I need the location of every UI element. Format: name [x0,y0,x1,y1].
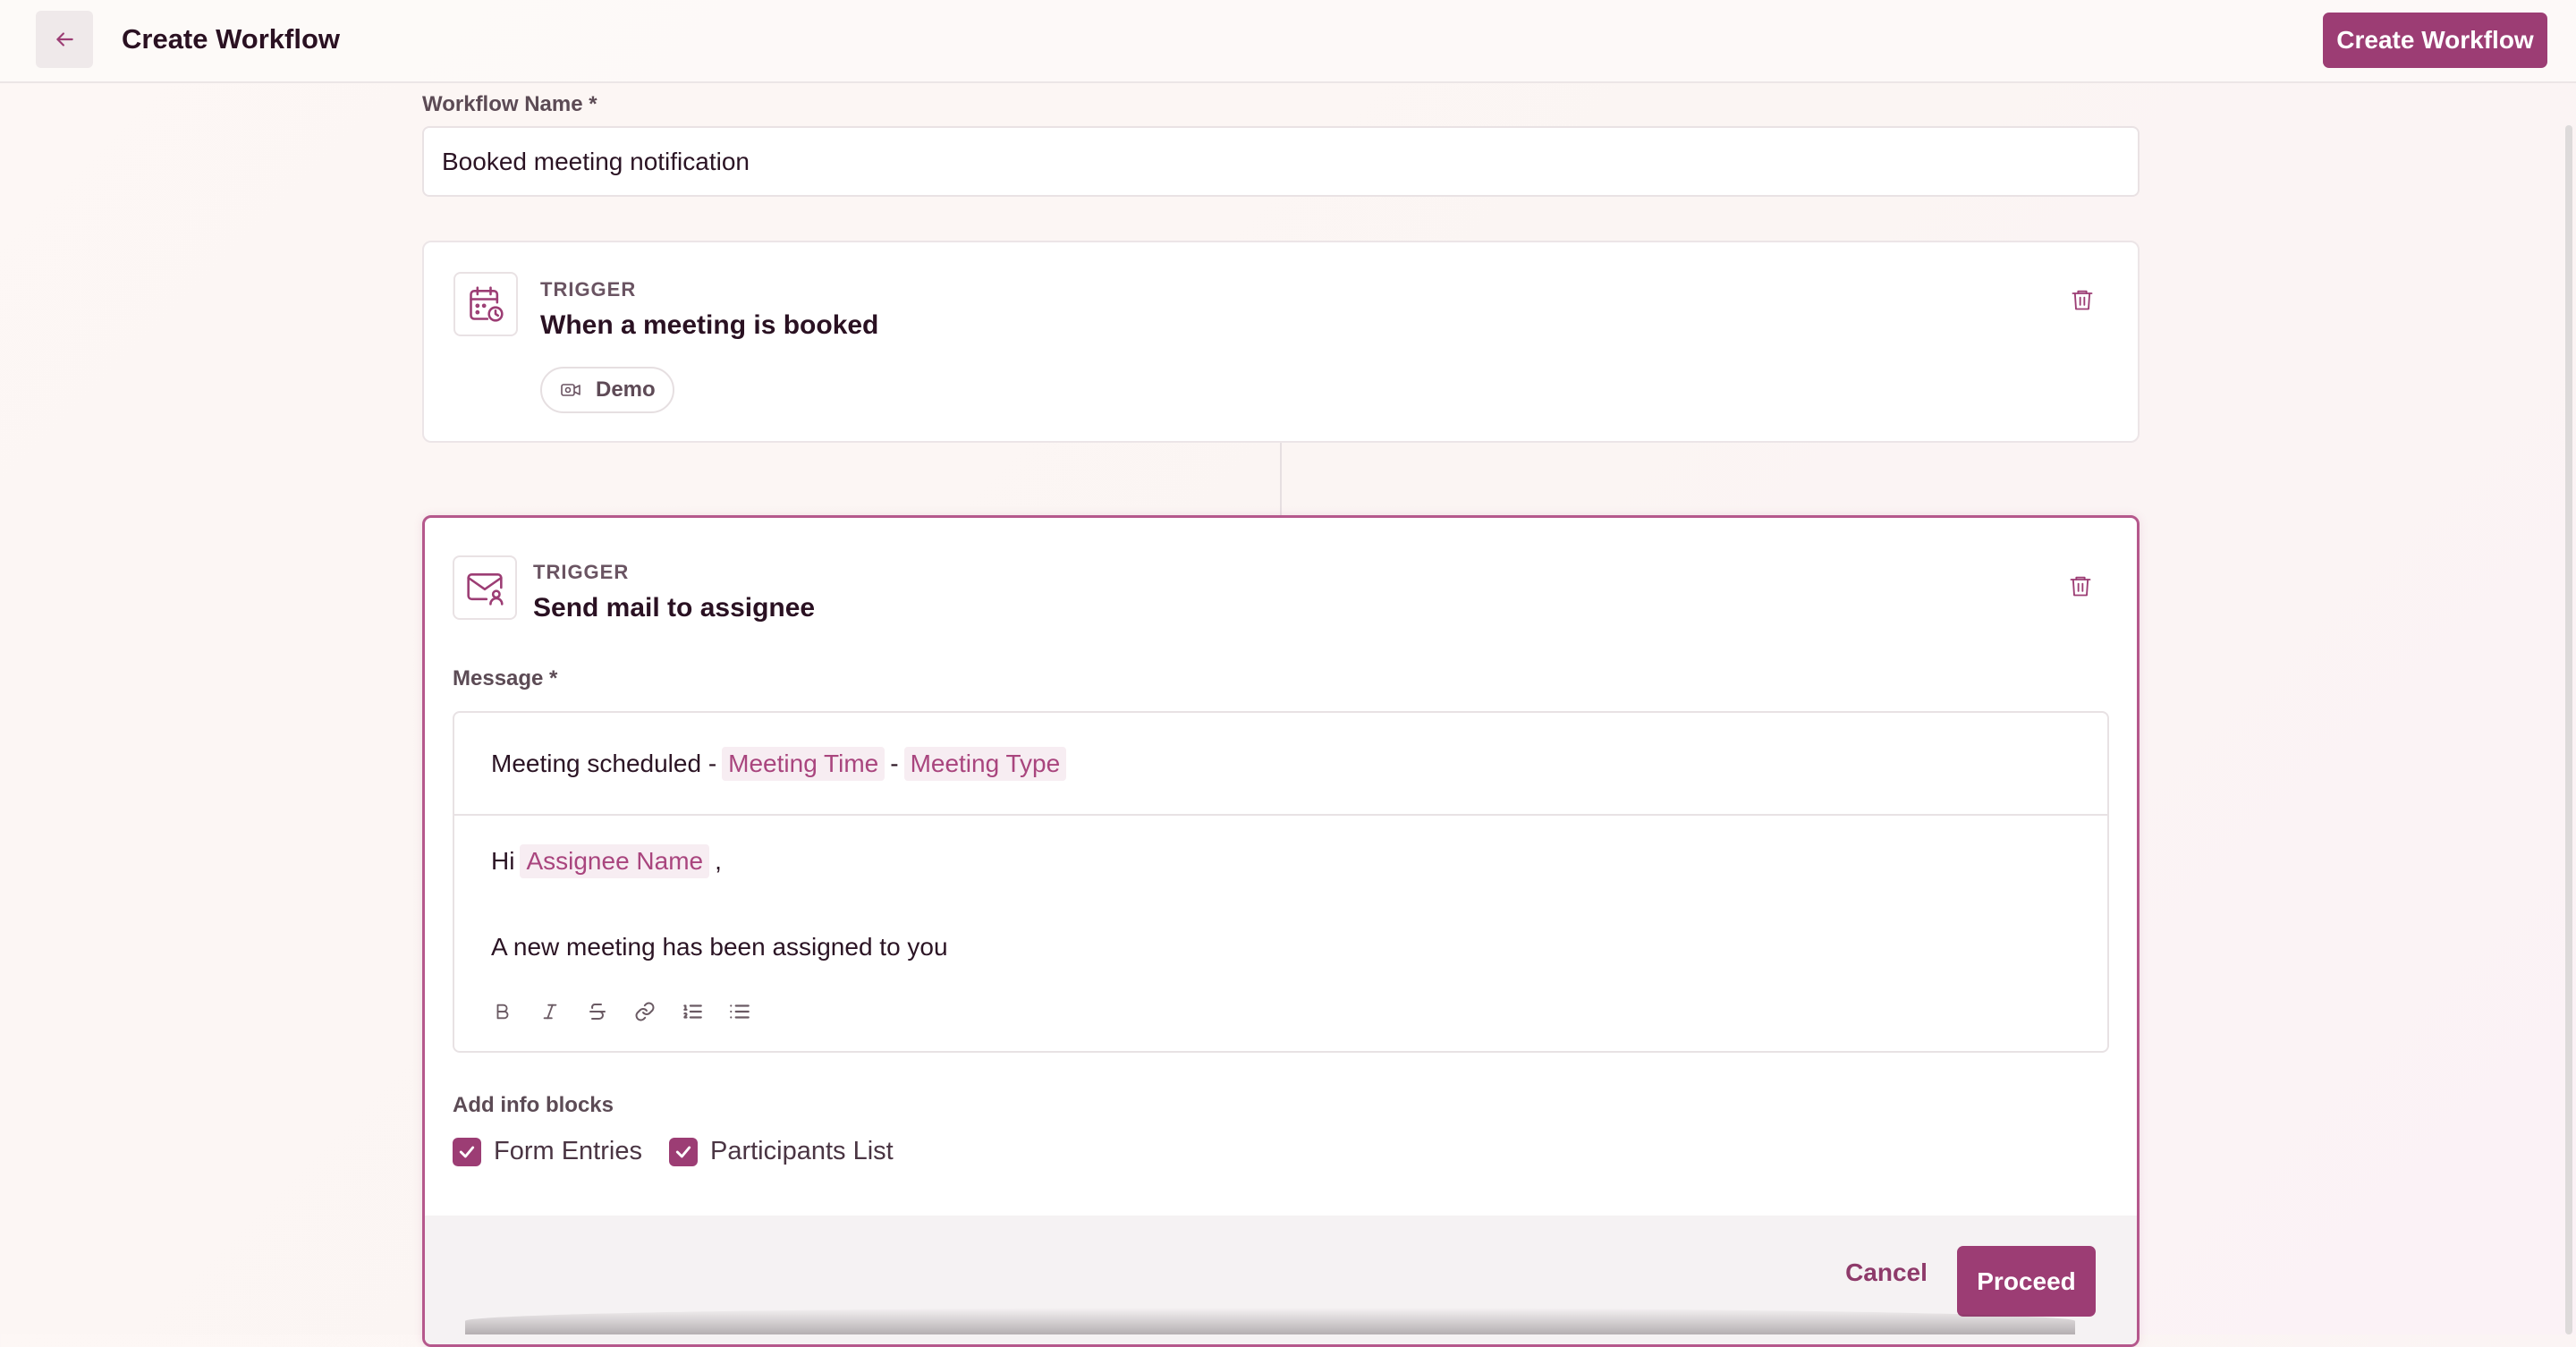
ordered-list-icon[interactable] [676,995,708,1027]
strikethrough-icon[interactable] [581,995,613,1027]
video-calendar-icon [561,384,580,396]
cancel-button[interactable]: Cancel [1828,1241,1945,1305]
form-entries-option[interactable]: Form Entries [453,1137,642,1166]
body-text[interactable]: A new meeting has been assigned to you [491,933,948,962]
greeting-line[interactable]: Hi Assignee Name , [491,844,722,878]
action-title: Send mail to assignee [533,593,816,623]
meeting-type-tag[interactable]: Meeting Type [903,746,1067,781]
trigger-card: TRIGGER When a meeting is booked Demo [422,241,2140,443]
greeting-comma: , [715,847,722,875]
subject-prefix: Meeting scheduled - [491,749,717,777]
chip-label: Demo [596,377,656,402]
subject-line[interactable]: Meeting scheduled - Meeting Time - Meeti… [454,713,2107,816]
participants-list-checkbox[interactable] [669,1137,698,1166]
trash-icon[interactable] [2063,568,2098,604]
back-button[interactable] [36,11,93,68]
trash-icon[interactable] [2064,282,2100,318]
bullet-list-icon[interactable] [724,995,755,1027]
connector-line [1280,443,1282,516]
assignee-name-tag[interactable]: Assignee Name [520,844,710,878]
create-workflow-button[interactable]: Create Workflow [2323,13,2547,68]
form-entries-label: Form Entries [494,1137,642,1165]
workflow-name-input[interactable] [422,126,2140,197]
check-icon [675,1146,691,1157]
greeting-text: Hi [491,847,515,875]
scrollbar[interactable] [2565,125,2572,1334]
message-label: Message * [453,666,558,690]
proceed-button[interactable]: Proceed [1957,1246,2096,1317]
bottom-shadow [465,1308,2075,1334]
form-entries-checkbox[interactable] [453,1137,481,1166]
message-editor[interactable]: Meeting scheduled - Meeting Time - Meeti… [453,711,2109,1053]
top-bar: Create Workflow Create Workflow [0,0,2576,83]
bold-icon[interactable] [487,995,518,1027]
info-blocks-label: Add info blocks [453,1093,614,1117]
action-card: TRIGGER Send mail to assignee Message * … [422,515,2140,1347]
subject-separator: - [890,749,899,777]
action-type-label: TRIGGER [533,561,630,583]
italic-icon[interactable] [534,995,565,1027]
trigger-type-label: TRIGGER [540,278,637,301]
meeting-time-tag[interactable]: Meeting Time [722,746,886,781]
meeting-type-chip[interactable]: Demo [540,367,674,413]
arrow-left-icon [56,32,73,47]
workflow-name-label: Workflow Name * [422,92,597,116]
mail-user-icon [453,555,517,620]
participants-list-option[interactable]: Participants List [669,1137,894,1166]
calendar-clock-icon [453,272,518,336]
participants-list-label: Participants List [710,1137,894,1165]
formatting-toolbar [487,995,755,1027]
trigger-title: When a meeting is booked [540,310,879,340]
check-icon [459,1146,475,1157]
link-icon[interactable] [629,995,660,1027]
page-title: Create Workflow [122,23,341,55]
